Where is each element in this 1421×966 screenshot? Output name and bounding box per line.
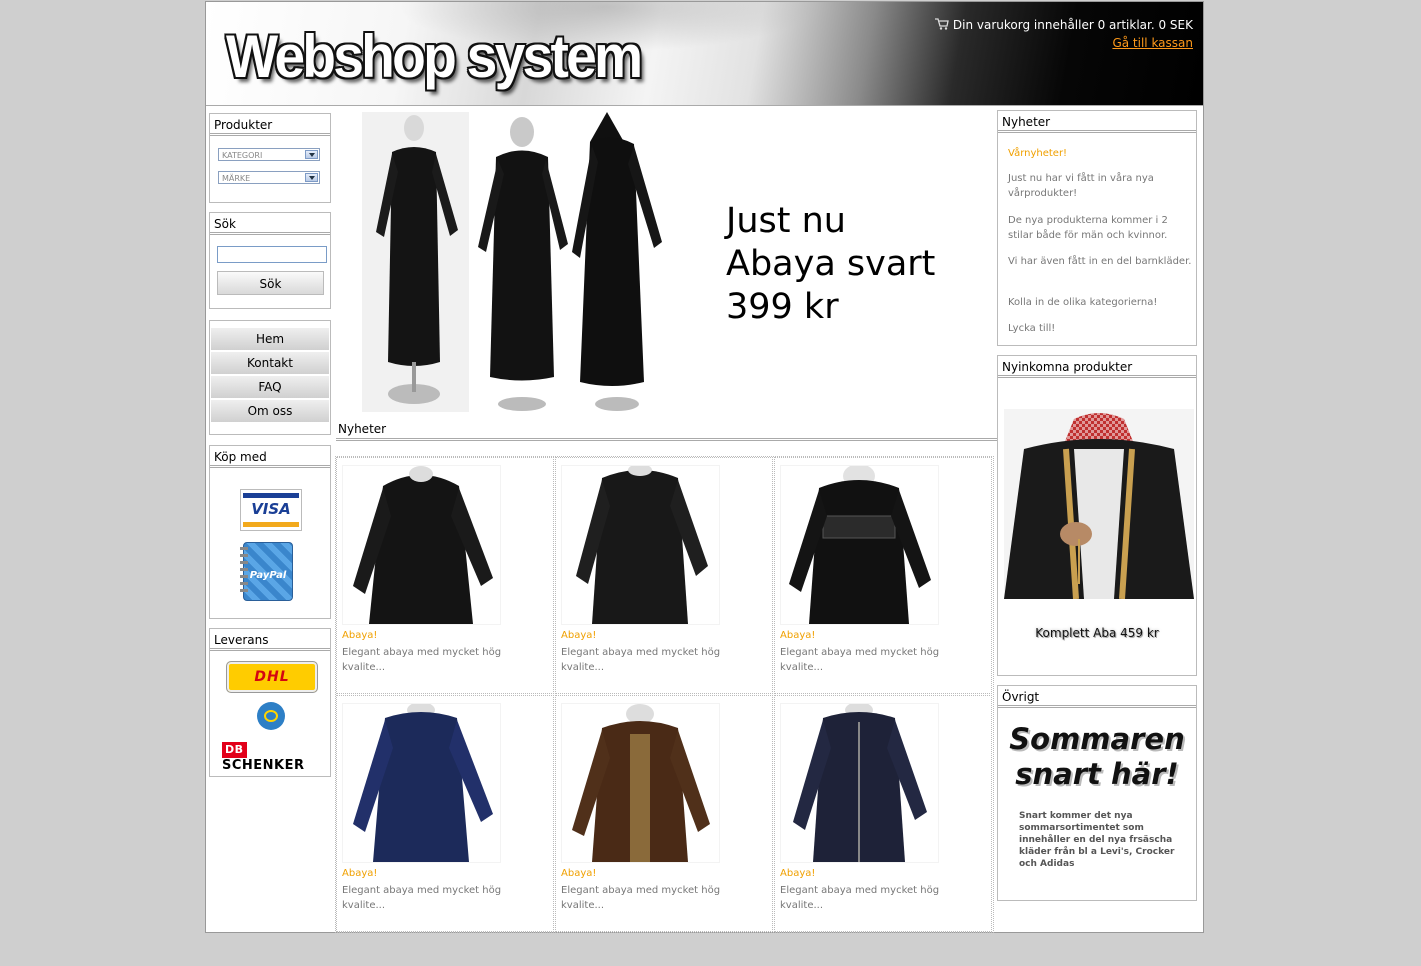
search-button[interactable]: Sök: [217, 271, 324, 295]
delivery-title: Leverans: [210, 629, 330, 651]
nav-item-om-oss[interactable]: Om oss: [211, 400, 329, 424]
db-label: DB: [222, 742, 247, 758]
news-headline: Vårnyheter!: [1008, 148, 1068, 159]
search-title: Sök: [210, 213, 330, 235]
search-input[interactable]: [217, 246, 327, 263]
dhl-logo: DHL: [226, 661, 318, 693]
new-arrival-image[interactable]: [1004, 409, 1194, 599]
product-grid: Abaya! Elegant abaya med mycket hög kval…: [335, 456, 994, 933]
new-arrivals-box: Nyinkomna produkter Komplett Aba 459 kr: [997, 355, 1197, 676]
promo-line-1: Sommaren: [1009, 722, 1185, 756]
product-desc: Elegant abaya med mycket hög kvalite...: [561, 885, 721, 911]
brand-select[interactable]: MÄRKE: [218, 171, 320, 184]
promo-text: Snart kommer det nya sommarsortimentet s…: [1019, 811, 1175, 869]
product-title[interactable]: Abaya!: [342, 630, 377, 641]
news-paragraph: Lycka till!: [1008, 323, 1056, 334]
new-arrival-caption[interactable]: Komplett Aba 459 kr: [998, 626, 1196, 640]
paypal-logo: PayPal: [240, 542, 293, 601]
posten-logo: [257, 702, 285, 730]
cart-summary: Din varukorg innehåller 0 artiklar. 0 SE…: [934, 16, 1193, 52]
category-select-value: KATEGORI: [222, 151, 263, 160]
product-image[interactable]: [780, 703, 939, 863]
news-box: Nyheter Vårnyheter! Just nu har vi fått …: [997, 110, 1197, 346]
new-arrivals-title: Nyinkomna produkter: [998, 356, 1196, 378]
product-desc: Elegant abaya med mycket hög kvalite...: [561, 647, 721, 673]
product-desc: Elegant abaya med mycket hög kvalite...: [342, 647, 502, 673]
product-card[interactable]: Abaya! Elegant abaya med mycket hög kval…: [774, 457, 992, 694]
news-paragraph: Vi har även fått in en del barnkläder.: [1008, 256, 1192, 267]
shopping-cart-icon[interactable]: [934, 18, 949, 30]
hero-line-1: Just nu: [726, 201, 846, 241]
checkout-link[interactable]: Gå till kassan: [1112, 36, 1193, 50]
product-image[interactable]: [561, 465, 720, 625]
product-image[interactable]: [342, 703, 501, 863]
hero-text: Just nu Abaya svart 399 kr: [726, 200, 935, 329]
products-box: Produkter KATEGORI MÄRKE: [209, 113, 331, 203]
product-card[interactable]: Abaya! Elegant abaya med mycket hög kval…: [336, 695, 554, 932]
product-card[interactable]: Abaya! Elegant abaya med mycket hög kval…: [555, 457, 773, 694]
product-title[interactable]: Abaya!: [561, 630, 596, 641]
news-section-title: Nyheter: [336, 421, 1000, 441]
product-title[interactable]: Abaya!: [342, 868, 377, 879]
product-desc: Elegant abaya med mycket hög kvalite...: [780, 647, 940, 673]
hero-line-3: 399 kr: [726, 287, 839, 327]
cart-text: Din varukorg innehåller 0 artiklar. 0 SE…: [952, 18, 1193, 32]
product-image[interactable]: [780, 465, 939, 625]
nav-item-hem[interactable]: Hem: [211, 328, 329, 352]
delivery-box: Leverans DHL DBSCHENKER: [209, 628, 331, 777]
product-card[interactable]: Abaya! Elegant abaya med mycket hög kval…: [774, 695, 992, 932]
visa-logo: VISA: [240, 489, 302, 531]
dhl-label: DHL: [254, 669, 290, 685]
nav-item-kontakt[interactable]: Kontakt: [211, 352, 329, 376]
products-title: Produkter: [210, 114, 330, 136]
search-box: Sök Sök: [209, 212, 331, 309]
payment-title: Köp med: [210, 446, 330, 468]
product-title[interactable]: Abaya!: [780, 630, 815, 641]
news-paragraph: Kolla in de olika kategorierna!: [1008, 297, 1158, 308]
hero-abaya-image: [362, 112, 662, 412]
product-card[interactable]: Abaya! Elegant abaya med mycket hög kval…: [555, 695, 773, 932]
nav-item-faq[interactable]: FAQ: [211, 376, 329, 400]
db-schenker-logo: DBSCHENKER: [222, 742, 330, 773]
hero-banner[interactable]: Just nu Abaya svart 399 kr: [359, 108, 999, 413]
news-paragraph: De nya produkterna kommer i 2 stilar båd…: [1008, 215, 1168, 241]
news-paragraph: Just nu har vi fått in våra nya vårprodu…: [1008, 173, 1154, 199]
payment-box: Köp med VISA PayPal: [209, 445, 331, 619]
nav-box: Hem Kontakt FAQ Om oss: [209, 320, 331, 435]
category-select[interactable]: KATEGORI: [218, 148, 320, 161]
product-title[interactable]: Abaya!: [780, 868, 815, 879]
site-logo[interactable]: Webshop system: [226, 22, 643, 91]
chevron-down-icon[interactable]: [305, 150, 318, 159]
product-image[interactable]: [342, 465, 501, 625]
brand-select-value: MÄRKE: [222, 174, 251, 183]
schenker-label: SCHENKER: [222, 758, 305, 773]
product-title[interactable]: Abaya!: [561, 868, 596, 879]
product-desc: Elegant abaya med mycket hög kvalite...: [780, 885, 940, 911]
header: Webshop system Din varukorg innehåller 0…: [206, 2, 1203, 106]
other-box: Övrigt Sommaren snart här! Snart kommer …: [997, 685, 1197, 901]
other-title: Övrigt: [998, 686, 1196, 708]
promo-line-2: snart här!: [1015, 757, 1179, 791]
news-box-title: Nyheter: [998, 111, 1196, 133]
promo-headline: Sommaren snart här!: [998, 722, 1196, 792]
visa-label: VISA: [251, 500, 291, 518]
hero-line-2: Abaya svart: [726, 244, 936, 284]
product-card[interactable]: Abaya! Elegant abaya med mycket hög kval…: [336, 457, 554, 694]
chevron-down-icon[interactable]: [305, 173, 318, 182]
page: Webshop system Din varukorg innehåller 0…: [205, 1, 1204, 933]
product-image[interactable]: [561, 703, 720, 863]
product-desc: Elegant abaya med mycket hög kvalite...: [342, 885, 502, 911]
paypal-label: PayPal: [249, 570, 287, 581]
